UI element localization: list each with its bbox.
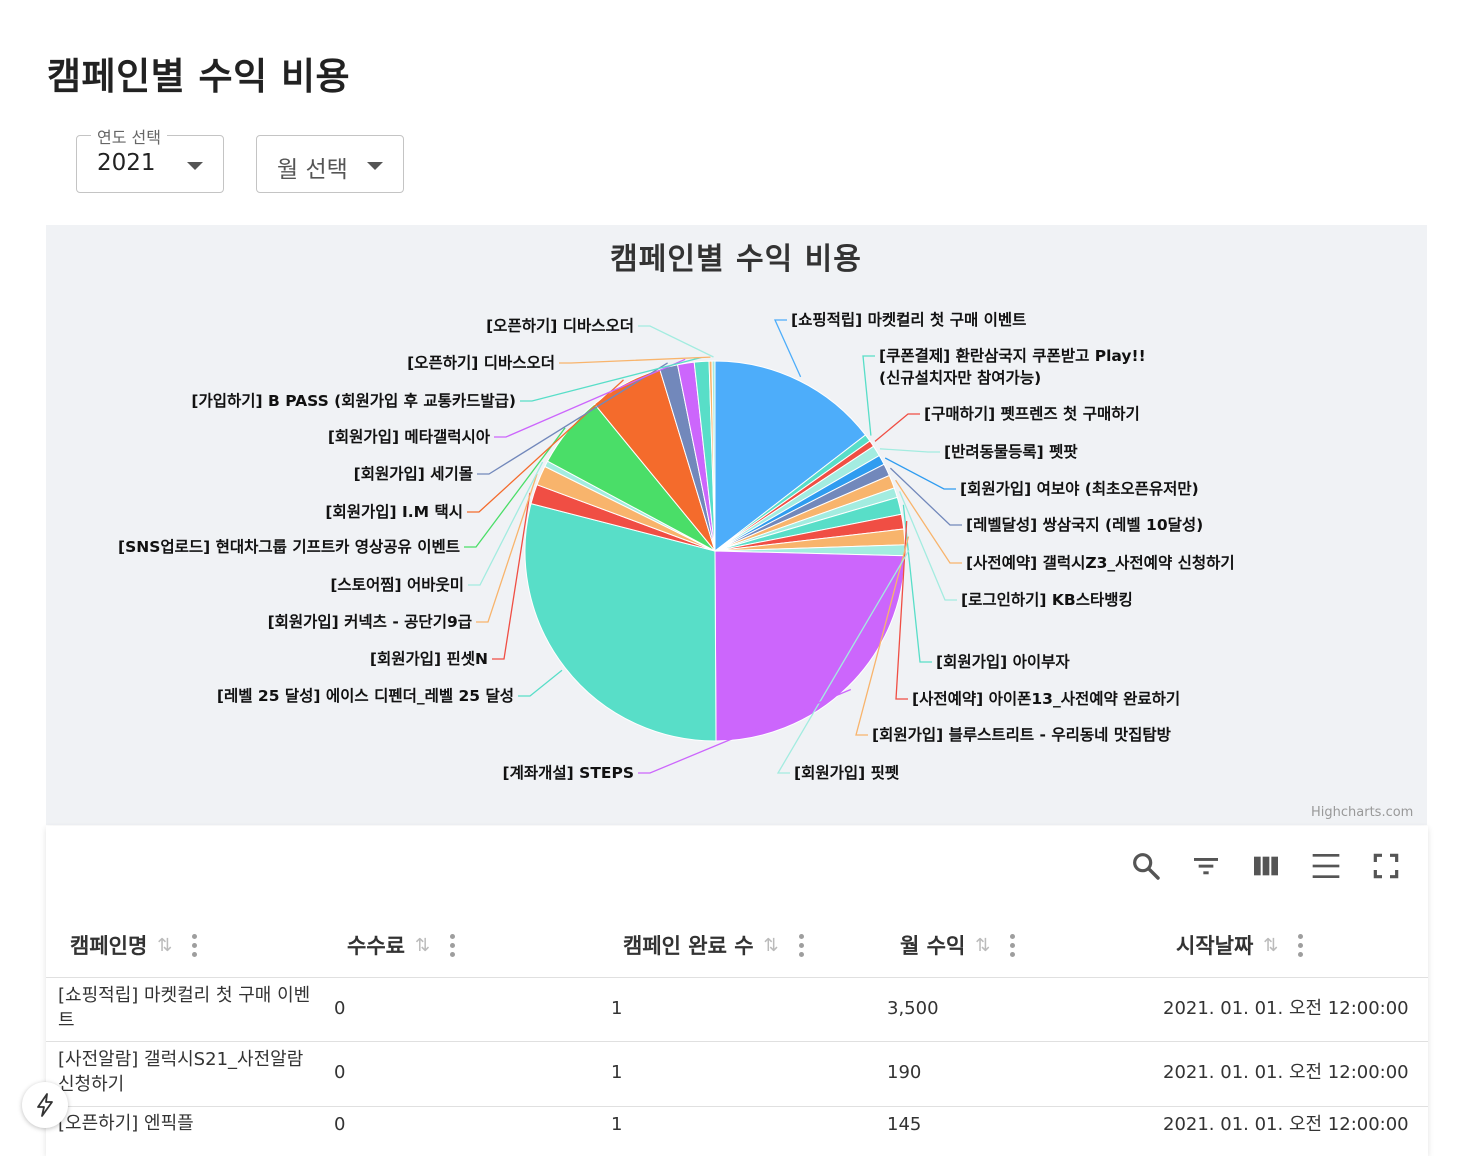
data-label: [회원가입] 세기몰 (354, 464, 473, 483)
chart-credits[interactable]: Highcharts.com (1311, 805, 1413, 820)
cell-start: 2021. 01. 01. 오전 12:00:00 (1163, 1114, 1409, 1135)
page-title: 캠페인별 수익 비용 (47, 55, 351, 98)
data-label: [스토어찜] 어바웃미 (330, 576, 464, 594)
connector-line (879, 448, 940, 453)
data-label: [반려동물등록] 펫팟 (944, 443, 1078, 461)
row-divider (46, 1041, 1428, 1042)
pie-chart: [쇼핑적립] 마켓컬리 첫 구매 이벤트 [쿠폰결제] 환란삼국지 쿠폰받고 Pl… (118, 310, 1235, 782)
data-label: [회원가입] 핏펫 (794, 763, 899, 782)
column-header-label: 캠페인 완료 수 (623, 934, 754, 958)
cell-revenue: 3,500 (887, 998, 939, 1019)
search-icon[interactable] (1130, 850, 1162, 882)
row-divider (46, 1106, 1428, 1107)
sort-icon[interactable]: ⇅ (157, 935, 172, 956)
year-select-label: 연도 선택 (91, 124, 167, 148)
year-select-value: 2021 (97, 150, 156, 176)
column-header-revenue[interactable]: 월 수익 ⇅ (900, 930, 1016, 960)
column-menu-icon[interactable] (192, 933, 198, 957)
column-menu-icon[interactable] (450, 933, 456, 957)
year-select[interactable]: 연도 선택 2021 (76, 124, 224, 193)
data-label: [오픈하기] 디바스오더 (486, 317, 634, 335)
cell-name: [사전알람] 갤럭시S21_사전알람 신청하기 (58, 1049, 304, 1095)
cell-fee: 0 (334, 1062, 346, 1083)
connector-line (862, 355, 875, 436)
month-select[interactable]: 월 선택 (256, 135, 404, 193)
cell-fee: 0 (334, 998, 346, 1019)
data-label: [회원가입] 커넥츠 - 공단기9급 (268, 612, 472, 631)
data-label: [구매하기] 펫프렌즈 첫 구매하기 (924, 404, 1140, 423)
sort-icon[interactable]: ⇅ (1263, 935, 1278, 956)
dev-tools-button[interactable] (22, 1082, 68, 1128)
connector-line (559, 356, 711, 364)
column-header-label: 월 수익 (900, 934, 966, 958)
data-label: [회원가입] 아이부자 (936, 652, 1070, 671)
sort-icon[interactable]: ⇅ (764, 935, 779, 956)
lightning-icon (37, 1093, 53, 1117)
data-label: [사전예약] 갤럭시Z3_사전예약 신청하기 (966, 553, 1235, 572)
data-label: [레벨 25 달성] 에이스 디펜더_레벨 25 달성 (217, 686, 514, 705)
filter-icon[interactable] (1190, 850, 1222, 882)
fullscreen-icon[interactable] (1370, 850, 1402, 882)
data-label: [회원가입] I.M 택시 (325, 502, 463, 521)
data-label: [회원가입] 블루스트리트 - 우리동네 맛집탐방 (872, 725, 1172, 744)
data-label: [회원가입] 여보야 (최초오픈유저만) (960, 479, 1199, 498)
column-header-start[interactable]: 시작날짜 ⇅ (1176, 930, 1304, 960)
data-label: (신규설치자만 참여가능) (879, 368, 1041, 387)
data-label: [사전예약] 아이폰13_사전예약 완료하기 (912, 689, 1180, 708)
month-select-placeholder: 월 선택 (277, 157, 348, 183)
cell-revenue: 145 (887, 1114, 922, 1135)
cell-done: 1 (611, 1114, 623, 1135)
cell-revenue: 190 (887, 1062, 922, 1083)
column-menu-icon[interactable] (798, 933, 805, 957)
column-header-done[interactable]: 캠페인 완료 수 ⇅ (623, 930, 805, 960)
cell-done: 1 (611, 1062, 623, 1083)
column-header-name[interactable]: 캠페인명 ⇅ (70, 930, 198, 960)
sort-icon[interactable]: ⇅ (415, 935, 430, 956)
cell-name: [오픈하기] 엔픽플 (58, 1113, 194, 1134)
data-label: [로그인하기] KB스타뱅킹 (961, 591, 1133, 609)
column-header-label: 시작날짜 (1176, 934, 1254, 958)
chevron-down-icon (367, 162, 383, 170)
data-label: [오픈하기] 디바스오더 (407, 354, 555, 372)
cell-fee: 0 (334, 1114, 346, 1135)
chevron-down-icon (187, 162, 203, 170)
data-label: [레벨달성] 쌍삼국지 (레벨 10달성) (966, 515, 1203, 534)
data-label: [쇼핑적립] 마켓컬리 첫 구매 이벤트 (791, 310, 1026, 329)
cell-start: 2021. 01. 01. 오전 12:00:00 (1163, 1062, 1409, 1083)
sort-icon[interactable]: ⇅ (975, 935, 990, 956)
column-header-label: 캠페인명 (70, 934, 148, 958)
chart-title: 캠페인별 수익 비용 (610, 242, 862, 277)
data-label: [회원가입] 핀셋N (370, 649, 488, 668)
cell-start: 2021. 01. 01. 오전 12:00:00 (1163, 998, 1409, 1019)
data-label: [SNS업로드] 현대차그룹 기프트카 영상공유 이벤트 (118, 537, 460, 556)
column-menu-icon[interactable] (1298, 933, 1304, 957)
header-divider (46, 977, 1428, 978)
data-label: [회원가입] 메타갤럭시아 (328, 427, 491, 446)
connector-line (638, 325, 714, 358)
pie-slice[interactable] (714, 550, 906, 742)
density-icon[interactable] (1310, 850, 1342, 882)
column-header-label: 수수료 (347, 934, 405, 958)
data-label: [계좌개설] STEPS (503, 763, 634, 782)
connector-line (874, 413, 920, 442)
cell-name: [쇼핑적립] 마켓컬리 첫 구매 이벤트 (58, 985, 311, 1031)
data-label: [가입하기] B PASS (회원가입 후 교통카드발급) (191, 391, 516, 410)
pie-chart-panel: [쇼핑적립] 마켓컬리 첫 구매 이벤트 [쿠폰결제] 환란삼국지 쿠폰받고 Pl… (46, 225, 1427, 825)
data-label: [쿠폰결제] 환란삼국지 쿠폰받고 Play!! (879, 347, 1146, 365)
cell-done: 1 (611, 998, 623, 1019)
column-header-fee[interactable]: 수수료 ⇅ (347, 930, 456, 960)
columns-icon[interactable] (1250, 850, 1282, 882)
connector-line (518, 669, 563, 697)
column-menu-icon[interactable] (1010, 933, 1016, 957)
